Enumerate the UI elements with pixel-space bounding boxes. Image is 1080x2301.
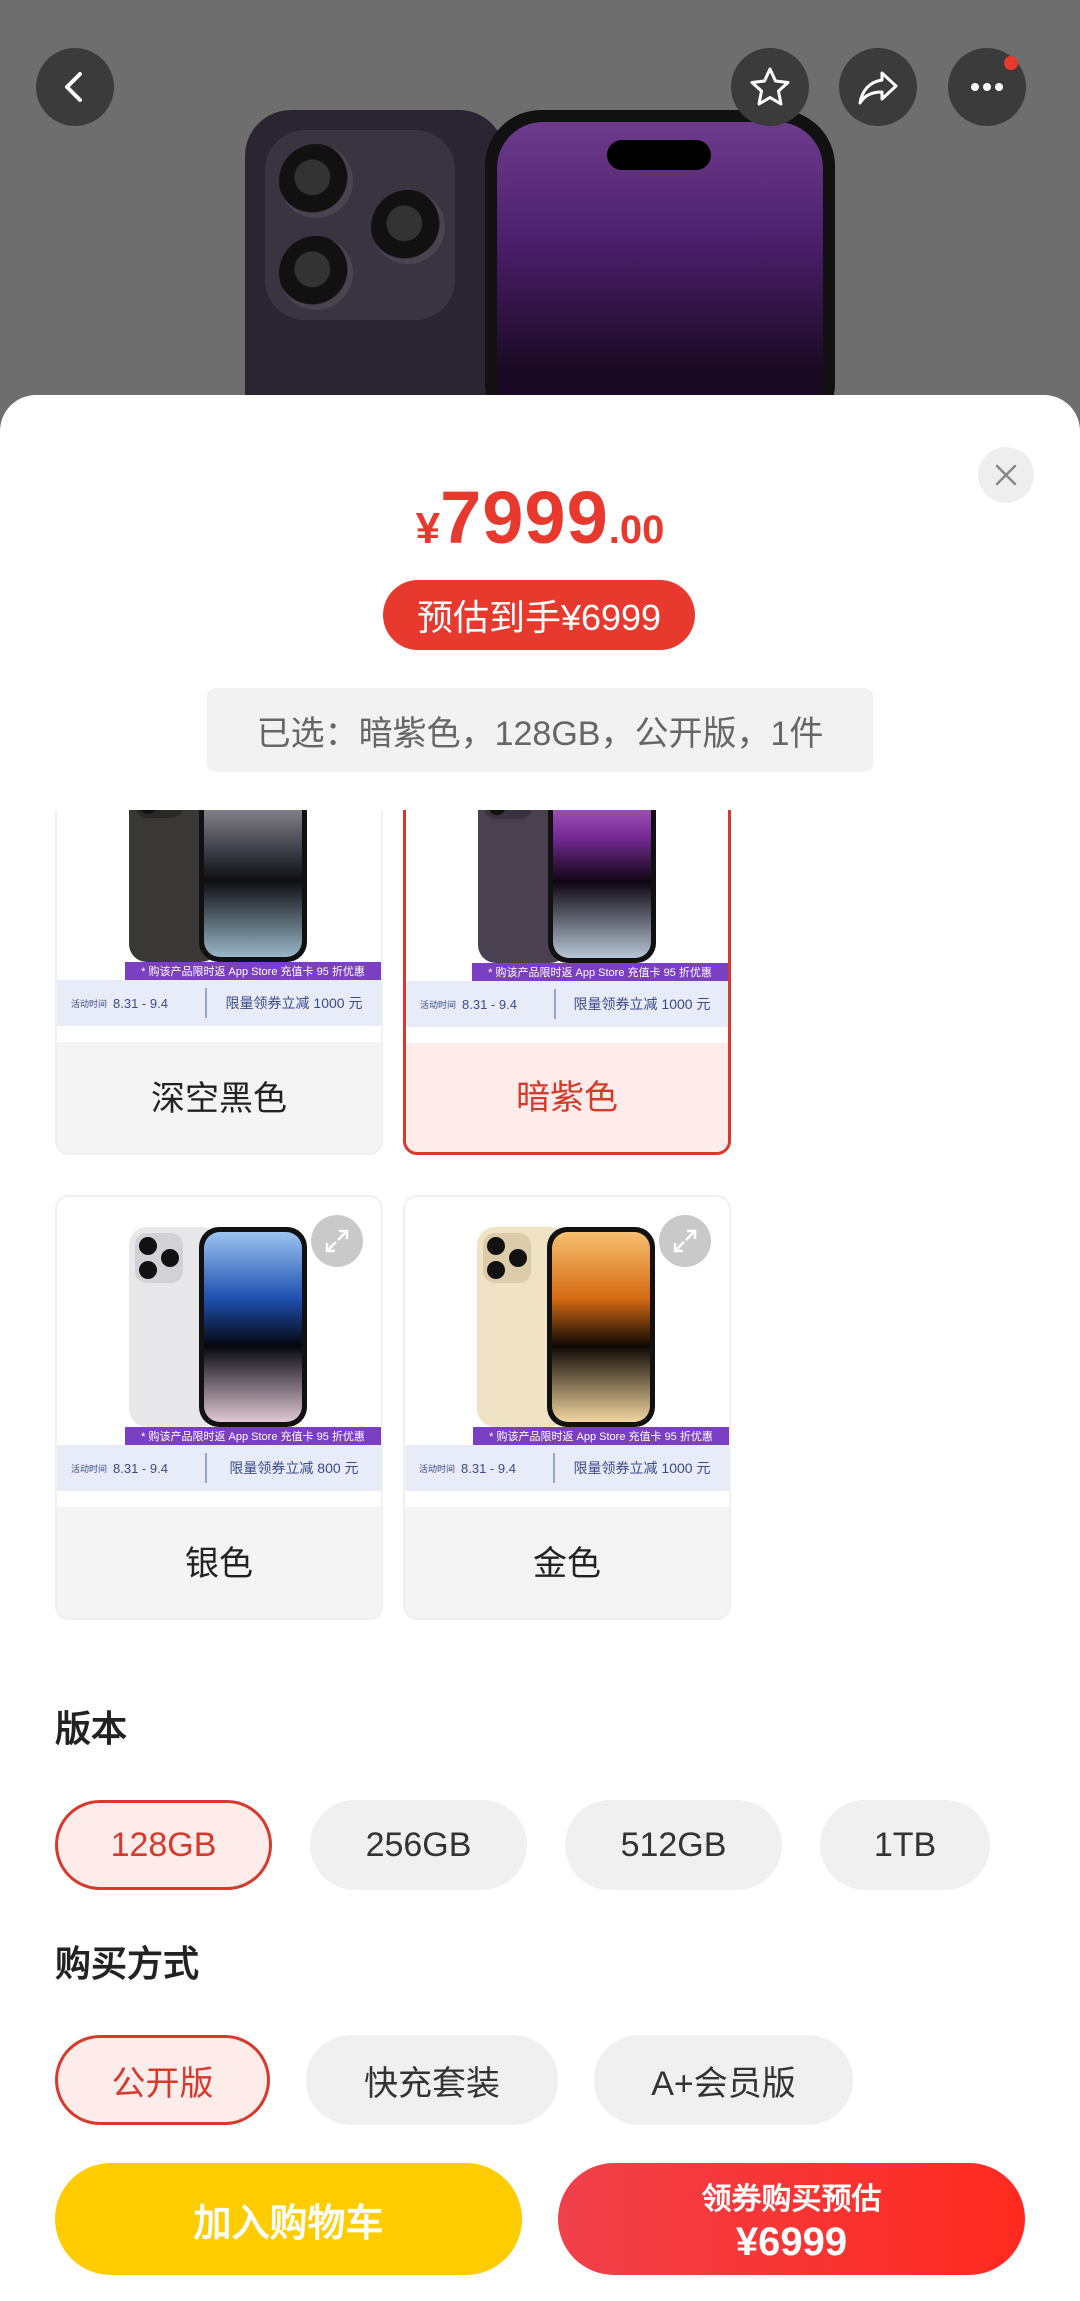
buy-with-coupon-button[interactable]: 领券购买预估 ¥6999 [558,2163,1025,2275]
promo-dates: 8.31 - 9.4 [113,995,168,1011]
color-thumbnail: * 购该产品限时返 App Store 充值卡 95 折优惠 活动时间 8.31 … [405,1197,729,1507]
promo-banner: * 购该产品限时返 App Store 充值卡 95 折优惠 [125,962,381,980]
promo-banner: * 购该产品限时返 App Store 充值卡 95 折优惠 [472,963,728,981]
price-currency: ¥ [415,504,441,553]
promo-banner: * 购该产品限时返 App Store 充值卡 95 折优惠 [473,1427,729,1445]
color-name: 金色 [533,1545,601,1583]
price-decimal: .00 [608,508,665,552]
back-arrow-icon [65,72,82,102]
product-hero-image [0,0,1080,420]
version-title: 版本 [55,1708,128,1749]
promo-dates: 8.31 - 9.4 [113,1460,168,1476]
promo-dates: 8.31 - 9.4 [462,996,517,1012]
version-option-1tb[interactable]: 1TB [820,1800,990,1890]
promo-details: 活动时间 8.31 - 9.4 限量领券立减 1000 元 [57,980,381,1026]
promo-details: 活动时间 8.31 - 9.4 限量领券立减 1000 元 [405,1445,729,1491]
color-grid: * 购该产品限时返 App Store 充值卡 95 折优惠 活动时间 8.31 … [0,810,1080,1660]
more-icon [971,83,1003,91]
expand-icon[interactable] [659,1215,711,1267]
bottom-action-bar: 加入购物车 领券购买预估 ¥6999 [0,2155,1080,2301]
promo-coupon: 限量领券立减 1000 元 [573,996,711,1012]
estimated-price-badge: 预估到手¥6999 [383,580,695,650]
promo-details: 活动时间 8.31 - 9.4 限量领券立减 800 元 [57,1445,381,1491]
promo-tag: 活动时间 [420,999,457,1010]
purchase-method-title: 购买方式 [55,1943,200,1984]
version-option-512gb[interactable]: 512GB [565,1800,782,1890]
promo-details: 活动时间 8.31 - 9.4 限量领券立减 1000 元 [406,981,728,1027]
promo-tag: 活动时间 [71,1463,108,1474]
expand-icon[interactable] [311,1215,363,1267]
purchase-option-standard[interactable]: 公开版 [55,2035,270,2125]
buy-button-label: 领券购买预估 [701,2182,882,2216]
color-option-silver[interactable]: * 购该产品限时返 App Store 充值卡 95 折优惠 活动时间 8.31 … [55,1195,383,1620]
star-icon [750,67,790,106]
notification-dot [1004,56,1018,70]
share-icon [858,71,898,105]
favorite-button[interactable] [731,48,809,126]
version-option-256gb[interactable]: 256GB [310,1800,527,1890]
phone-front-image [485,110,835,420]
share-button[interactable] [839,48,917,126]
price-integer: 7999 [440,476,609,559]
color-name: 暗紫色 [516,1079,618,1117]
purchase-option-aplus-member[interactable]: A+会员版 [594,2035,853,2125]
price: ¥7999.00 [0,475,1080,560]
selected-summary: 已选：暗紫色，128GB，公开版，1件 [207,688,873,772]
sku-selector-sheet: ¥7999.00 预估到手¥6999 已选：暗紫色，128GB，公开版，1件 *… [0,395,1080,2301]
promo-coupon: 限量领券立减 1000 元 [225,995,363,1011]
color-thumbnail: * 购该产品限时返 App Store 充值卡 95 折优惠 活动时间 8.31 … [57,1197,381,1507]
color-option-space-black[interactable]: * 购该产品限时返 App Store 充值卡 95 折优惠 活动时间 8.31 … [55,810,383,1155]
version-option-128gb[interactable]: 128GB [55,1800,272,1890]
color-name: 银色 [185,1545,253,1583]
color-option-deep-purple[interactable]: * 购该产品限时返 App Store 充值卡 95 折优惠 活动时间 8.31 … [403,810,731,1155]
more-button[interactable] [948,48,1026,126]
promo-banner: * 购该产品限时返 App Store 充值卡 95 折优惠 [125,1427,381,1445]
color-thumbnail: * 购该产品限时返 App Store 充值卡 95 折优惠 活动时间 8.31 … [57,810,381,1042]
promo-coupon: 限量领券立减 800 元 [229,1460,359,1476]
promo-tag: 活动时间 [419,1463,456,1474]
add-to-cart-button[interactable]: 加入购物车 [55,2163,522,2275]
buy-button-price: ¥6999 [735,2219,848,2264]
promo-coupon: 限量领券立减 1000 元 [573,1460,711,1476]
color-thumbnail: * 购该产品限时返 App Store 充值卡 95 折优惠 活动时间 8.31 … [406,810,728,1043]
back-button[interactable] [36,48,114,126]
promo-tag: 活动时间 [71,998,108,1009]
color-option-gold[interactable]: * 购该产品限时返 App Store 充值卡 95 折优惠 活动时间 8.31 … [403,1195,731,1620]
color-name: 深空黑色 [151,1080,287,1118]
purchase-option-fast-charge-bundle[interactable]: 快充套装 [306,2035,558,2125]
promo-dates: 8.31 - 9.4 [461,1460,516,1476]
phone-back-image [245,110,505,420]
